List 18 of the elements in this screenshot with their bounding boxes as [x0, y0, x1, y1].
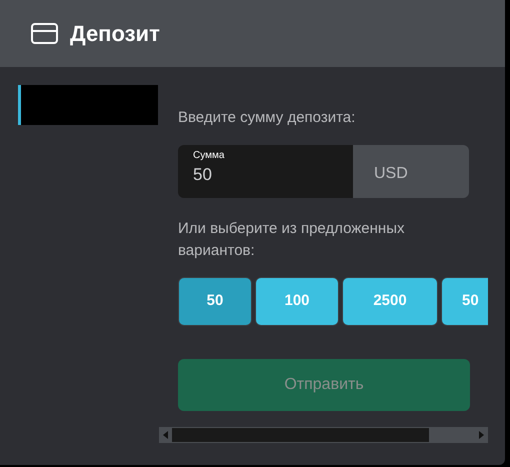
amount-preset-button[interactable]: 50: [178, 276, 252, 326]
amount-preset-button[interactable]: 50: [441, 276, 488, 326]
amount-preset-button[interactable]: 100: [255, 276, 339, 326]
amount-input[interactable]: 50: [193, 162, 333, 187]
amount-label: Сумма: [193, 150, 226, 162]
horizontal-scrollbar[interactable]: [159, 427, 488, 443]
amount-field[interactable]: Сумма 50: [178, 144, 353, 198]
credit-card-icon: [31, 23, 58, 44]
currency-label: USD: [353, 144, 469, 198]
amount-preset-button[interactable]: 2500: [342, 276, 438, 326]
deposit-prompt: Введите сумму депозита:: [178, 108, 356, 128]
sidebar-item[interactable]: [18, 85, 158, 125]
scrollbar-thumb[interactable]: [172, 428, 429, 442]
presets-prompt: Или выберите из предложенных вариантов:: [178, 218, 406, 260]
scroll-right-icon[interactable]: [479, 431, 484, 439]
scroll-left-icon[interactable]: [163, 431, 168, 439]
window-title: Депозит: [70, 20, 160, 48]
submit-button: Отправить: [178, 358, 470, 410]
